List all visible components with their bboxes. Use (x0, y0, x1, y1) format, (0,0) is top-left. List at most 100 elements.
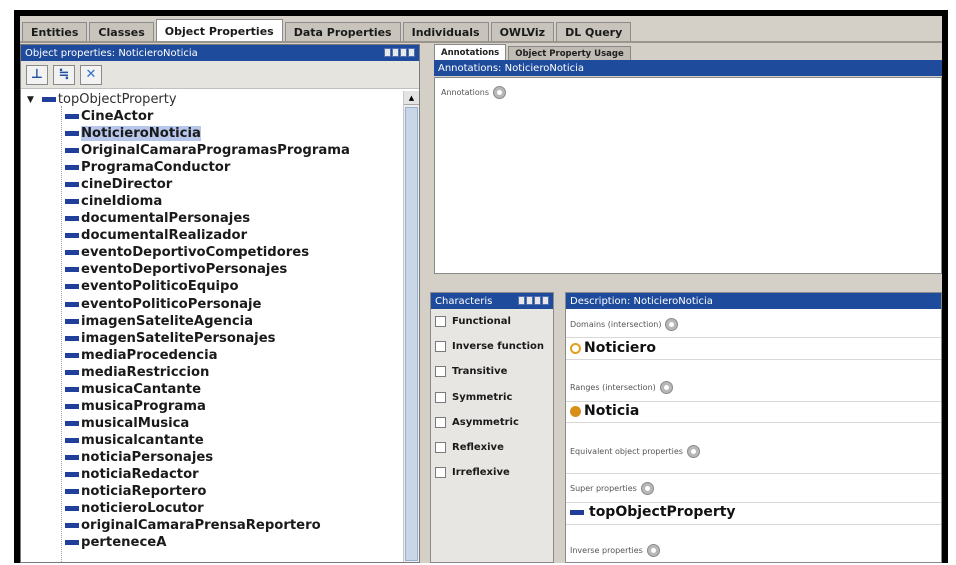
tab-object-properties[interactable]: Object Properties (155, 19, 283, 42)
object-property-icon (65, 420, 79, 426)
tree-item-label: eventoPoliticoPersonaje (81, 296, 262, 312)
tab-classes[interactable]: Classes (89, 22, 154, 42)
object-property-icon (65, 182, 79, 188)
tab-data-properties[interactable]: Data Properties (284, 22, 401, 42)
panel-controls[interactable] (518, 296, 549, 305)
tree-item[interactable]: noticiaReportero (21, 483, 399, 500)
panel-control-icon[interactable] (534, 296, 541, 305)
tree-item-label: documentalRealizador (81, 228, 248, 244)
scroll-up-arrow-icon[interactable]: ▲ (404, 91, 419, 105)
tree-item-label: NoticieroNoticia (81, 126, 201, 142)
range-value: Noticia (584, 403, 640, 419)
tree-item[interactable]: musicalMusica (21, 415, 399, 432)
tree-item[interactable]: documentalRealizador (21, 227, 399, 244)
add-equivalent-property-icon[interactable] (686, 445, 700, 458)
object-properties-title: Object properties: NoticieroNoticia (25, 47, 198, 59)
panel-control-icon[interactable] (384, 48, 391, 57)
checkbox[interactable] (435, 416, 446, 428)
divider (566, 401, 941, 402)
panel-controls[interactable] (384, 48, 415, 57)
tree-item[interactable]: mediaRestriccion (21, 364, 399, 381)
add-subproperty-button[interactable]: ⊥ (26, 64, 48, 85)
panel-control-icon[interactable] (408, 48, 415, 57)
add-domain-icon[interactable] (665, 318, 679, 331)
divider (566, 524, 941, 525)
panel-control-icon[interactable] (392, 48, 399, 57)
tab-object-property-usage[interactable]: Object Property Usage (508, 46, 631, 60)
scroll-thumb[interactable] (405, 107, 418, 561)
tab-individuals[interactable]: Individuals (402, 22, 489, 42)
characteristic-inverse-function[interactable]: Inverse function (431, 334, 553, 359)
tree-item[interactable]: imagenSateliteAgencia (21, 313, 399, 330)
tree-item[interactable]: documentalPersonajes (21, 210, 399, 227)
tree-item[interactable]: eventoDeportivoPersonajes (21, 261, 399, 278)
tab-owlviz[interactable]: OWLViz (490, 22, 555, 42)
tree-item[interactable]: musicalcantante (21, 432, 399, 449)
tree-item[interactable]: cineDirector (21, 176, 399, 193)
delete-property-button[interactable]: ✕ (80, 64, 102, 85)
checkbox[interactable] (435, 366, 446, 378)
tree-scrollbar[interactable]: ▲ (403, 91, 419, 562)
tree-item-label: documentalPersonajes (81, 211, 251, 227)
characteristic-transitive[interactable]: Transitive (431, 359, 553, 384)
object-property-icon (65, 233, 79, 239)
tab-dl-query[interactable]: DL Query (556, 22, 632, 42)
tree-item[interactable]: imagenSatelitePersonajes (21, 330, 399, 347)
equivalent-properties-row: Equivalent object properties (570, 445, 700, 458)
add-annotation-icon[interactable] (493, 86, 507, 99)
range-entry[interactable]: Noticia (570, 403, 639, 419)
tree-item[interactable]: cineIdioma (21, 193, 399, 210)
characteristic-irreflexive[interactable]: Irreflexive (431, 460, 553, 485)
panel-control-icon[interactable] (526, 296, 533, 305)
tree-item[interactable]: NoticieroNoticia (21, 125, 399, 142)
object-property-icon (65, 369, 79, 375)
tree-item[interactable]: perteneceA (21, 534, 399, 551)
object-property-icon (65, 318, 79, 324)
expand-arrow-icon[interactable]: ▼ (27, 95, 34, 105)
tree-item-label: CineActor (81, 109, 154, 125)
tree-item[interactable]: noticieroLocutor (21, 500, 399, 517)
checkbox[interactable] (435, 391, 446, 403)
panel-control-icon[interactable] (542, 296, 549, 305)
characteristic-asymmetric[interactable]: Asymmetric (431, 410, 553, 435)
characteristic-label: Reflexive (452, 442, 504, 454)
tree-item[interactable]: eventoDeportivoCompetidores (21, 244, 399, 261)
tree-item[interactable]: noticiaRedactor (21, 466, 399, 483)
characteristic-functional[interactable]: Functional (431, 309, 553, 334)
tree-item[interactable]: originalCamaraPrensaReportero (21, 517, 399, 534)
tree-item[interactable]: musicaPrograma (21, 398, 399, 415)
tree-item[interactable]: OriginalCamaraProgramasPrograma (21, 142, 399, 159)
tree-item[interactable]: CineActor (21, 108, 399, 125)
tree-item[interactable]: eventoPoliticoPersonaje (21, 296, 399, 313)
object-property-icon (65, 506, 79, 512)
object-property-icon (65, 454, 79, 460)
add-super-property-icon[interactable] (640, 482, 654, 495)
tree-item[interactable]: mediaProcedencia (21, 347, 399, 364)
tab-entities[interactable]: Entities (22, 22, 88, 42)
super-property-entry[interactable]: topObjectProperty (570, 504, 736, 520)
tree-item[interactable]: noticiaPersonajes (21, 449, 399, 466)
divider (566, 337, 941, 338)
object-properties-panel: Object properties: NoticieroNoticia ⊥ ≒ … (20, 44, 420, 563)
panel-splitter[interactable] (420, 44, 430, 563)
panel-control-icon[interactable] (400, 48, 407, 57)
tree-item-label: OriginalCamaraProgramasPrograma (81, 143, 350, 159)
tree-item-label: cineDirector (81, 177, 173, 193)
add-inverse-property-icon[interactable] (646, 544, 660, 557)
checkbox[interactable] (435, 442, 446, 454)
tree-item[interactable]: musicaCantante (21, 381, 399, 398)
checkbox[interactable] (435, 467, 446, 479)
object-property-icon (65, 540, 79, 546)
characteristic-reflexive[interactable]: Reflexive (431, 435, 553, 460)
tab-annotations[interactable]: Annotations (434, 44, 507, 60)
tree-item[interactable]: eventoPoliticoEquipo (21, 278, 399, 295)
tree-item[interactable]: ProgramaConductor (21, 159, 399, 176)
tree-root-node[interactable]: ▼ topObjectProperty (21, 91, 399, 108)
add-range-icon[interactable] (659, 381, 673, 394)
characteristic-symmetric[interactable]: Symmetric (431, 385, 553, 410)
checkbox[interactable] (435, 316, 446, 328)
panel-control-icon[interactable] (518, 296, 525, 305)
domain-entry[interactable]: Noticiero (570, 340, 656, 356)
checkbox[interactable] (435, 341, 446, 353)
add-sibling-property-button[interactable]: ≒ (53, 64, 75, 85)
